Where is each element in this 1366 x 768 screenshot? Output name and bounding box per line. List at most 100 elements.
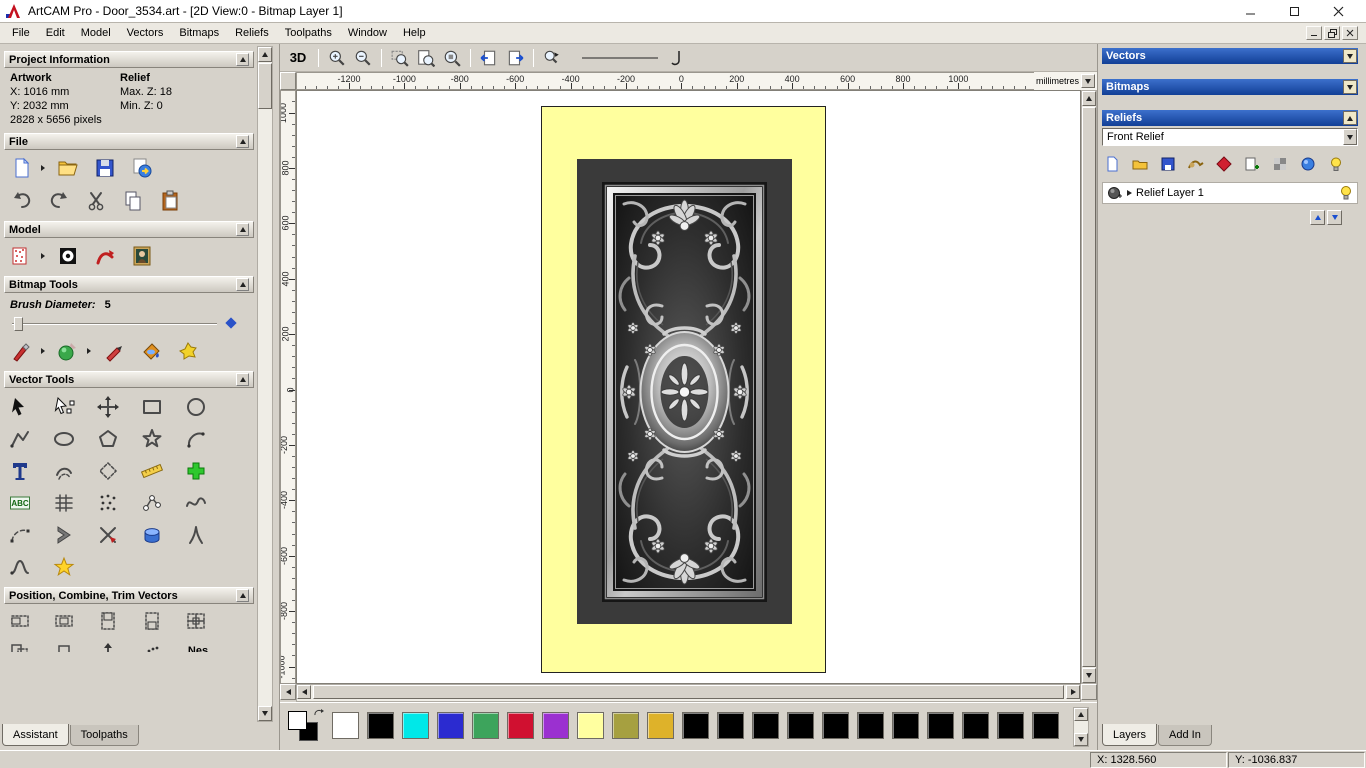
minimize-button[interactable] <box>1228 0 1272 23</box>
bitmaps-expand-icon[interactable] <box>1343 80 1357 94</box>
create-polyline-button[interactable] <box>6 426 34 452</box>
scroll-origin-button[interactable] <box>280 684 296 700</box>
palette-swatch-6[interactable] <box>542 712 569 739</box>
palette-swatch-3[interactable] <box>437 712 464 739</box>
star-wizard-button[interactable] <box>50 554 78 580</box>
save-relief-button[interactable] <box>1158 154 1178 174</box>
add-layer-button[interactable] <box>1242 154 1262 174</box>
menu-file[interactable]: File <box>4 25 38 41</box>
palette-swatch-5[interactable] <box>507 712 534 739</box>
dimension-button[interactable] <box>138 458 166 484</box>
snapshot-left-button[interactable] <box>477 47 501 69</box>
align-centre-button[interactable] <box>50 608 78 634</box>
scroll-up-button[interactable] <box>1074 708 1088 721</box>
close-button[interactable] <box>1316 0 1360 23</box>
scroll-thumb[interactable] <box>313 685 1064 699</box>
paint-button[interactable] <box>8 338 36 364</box>
block-copy-button[interactable] <box>6 638 34 652</box>
collapse-button-icon[interactable] <box>236 135 249 148</box>
palette-swatch-17[interactable] <box>927 712 954 739</box>
select-tool-button[interactable] <box>6 394 34 420</box>
collapse-button-icon[interactable] <box>236 589 249 602</box>
menu-reliefs[interactable]: Reliefs <box>227 25 277 41</box>
pen-width-widget[interactable] <box>580 49 684 67</box>
offset-vectors-button[interactable] <box>50 458 78 484</box>
sphere-tool-button[interactable] <box>1298 154 1318 174</box>
reliefs-header[interactable]: Reliefs <box>1102 110 1358 126</box>
palette-swatch-4[interactable] <box>472 712 499 739</box>
block-paste-button[interactable] <box>182 458 210 484</box>
canvas-h-scrollbar[interactable] <box>296 684 1081 702</box>
zoom-in-button[interactable] <box>325 47 349 69</box>
redo-button[interactable] <box>45 188 73 214</box>
smudge-button[interactable] <box>100 338 128 364</box>
palette-swatch-7[interactable] <box>577 712 604 739</box>
align-left-button[interactable] <box>6 608 34 634</box>
create-star-button[interactable] <box>138 426 166 452</box>
scroll-down-button[interactable] <box>1074 733 1088 746</box>
save-file-button[interactable] <box>91 155 119 181</box>
primary-secondary-colours[interactable] <box>288 711 322 743</box>
zoom-window-button[interactable] <box>388 47 412 69</box>
copy-button[interactable] <box>119 188 147 214</box>
align-bottom-button[interactable] <box>138 608 166 634</box>
menu-bitmaps[interactable]: Bitmaps <box>171 25 227 41</box>
colour-blob-button[interactable] <box>174 338 202 364</box>
scroll-thumb[interactable] <box>1082 107 1096 667</box>
invert-bitmap-button[interactable] <box>54 243 82 269</box>
palette-swatch-12[interactable] <box>752 712 779 739</box>
units-dropdown-icon[interactable] <box>1081 74 1095 88</box>
scroll-left-button[interactable] <box>297 685 311 699</box>
paste-along-curve-button[interactable] <box>138 638 166 652</box>
section-header-vector-tools[interactable]: Vector Tools <box>4 371 254 388</box>
cut-button[interactable] <box>82 188 110 214</box>
palette-swatch-10[interactable] <box>682 712 709 739</box>
layer-up-button[interactable] <box>1310 210 1325 225</box>
scroll-up-button[interactable] <box>258 47 272 62</box>
menu-model[interactable]: Model <box>73 25 119 41</box>
scroll-thumb[interactable] <box>258 63 272 109</box>
slider-thumb[interactable] <box>14 317 23 331</box>
flood-fill-button[interactable] <box>137 338 165 364</box>
vectors-expand-icon[interactable] <box>1343 49 1357 63</box>
smooth-relief-button[interactable] <box>1186 154 1206 174</box>
new-model-button[interactable] <box>8 155 36 181</box>
mdi-minimize-button[interactable] <box>1306 26 1322 40</box>
tab-add-in[interactable]: Add In <box>1158 725 1212 746</box>
fillet-button[interactable] <box>182 522 210 548</box>
relief-selector-dropdown-icon[interactable] <box>1343 129 1357 145</box>
node-chain-button[interactable] <box>138 490 166 516</box>
grid-tool-button[interactable] <box>50 490 78 516</box>
draw-sphere-button[interactable] <box>54 338 82 364</box>
undo-button[interactable] <box>8 188 36 214</box>
swap-colours-icon[interactable] <box>314 709 324 719</box>
snapshot-right-button[interactable] <box>503 47 527 69</box>
freehand-curve-button[interactable] <box>182 490 210 516</box>
mdi-close-button[interactable] <box>1342 26 1358 40</box>
assistant-scrollbar[interactable] <box>257 46 273 722</box>
section-header-position[interactable]: Position, Combine, Trim Vectors <box>4 587 254 604</box>
zoom-objects-button[interactable] <box>440 47 464 69</box>
collapse-button-icon[interactable] <box>236 373 249 386</box>
scroll-right-button[interactable] <box>1066 685 1080 699</box>
sculpt-button[interactable] <box>91 243 119 269</box>
palette-swatch-8[interactable] <box>612 712 639 739</box>
section-header-bitmap-tools[interactable]: Bitmap Tools <box>4 276 254 293</box>
canvas-v-scrollbar[interactable] <box>1081 90 1097 684</box>
revolve-button[interactable] <box>138 522 166 548</box>
section-header-model[interactable]: Model <box>4 221 254 238</box>
tab-toolpaths[interactable]: Toolpaths <box>70 725 139 746</box>
toggle-3d-view-button[interactable]: 3D <box>284 47 312 69</box>
mdi-restore-button[interactable] <box>1324 26 1340 40</box>
profile-button[interactable] <box>6 554 34 580</box>
menu-window[interactable]: Window <box>340 25 395 41</box>
texture-relief-button[interactable] <box>1270 154 1290 174</box>
zoom-page-button[interactable] <box>414 47 438 69</box>
palette-swatch-16[interactable] <box>892 712 919 739</box>
scroll-up-button[interactable] <box>1082 91 1096 106</box>
align-top-button[interactable] <box>94 608 122 634</box>
menu-help[interactable]: Help <box>395 25 434 41</box>
scroll-down-button[interactable] <box>258 706 272 721</box>
bitmaps-header[interactable]: Bitmaps <box>1102 79 1358 95</box>
menu-edit[interactable]: Edit <box>38 25 73 41</box>
